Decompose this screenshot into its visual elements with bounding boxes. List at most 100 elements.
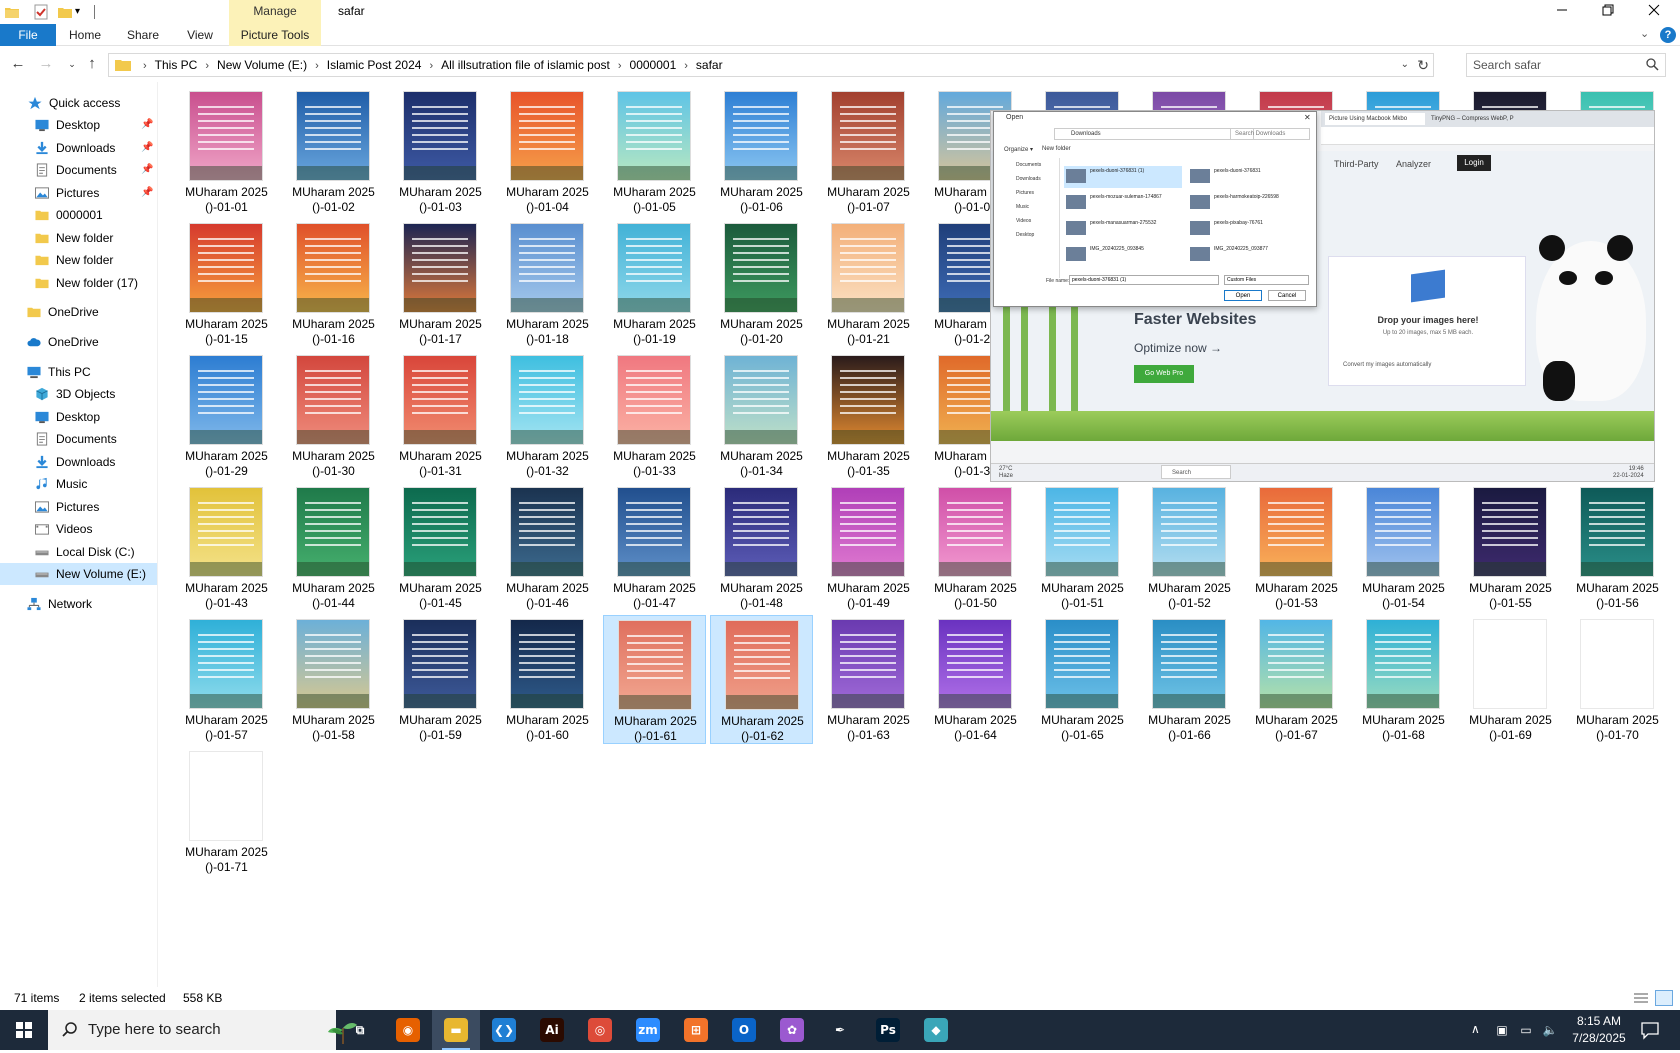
sidebar-item-music[interactable]: Music	[0, 473, 157, 495]
sidebar-item-this-pc[interactable]: This PC	[0, 361, 157, 383]
tab-home[interactable]: Home	[64, 24, 106, 46]
pin-icon[interactable]: 📌	[141, 182, 153, 204]
breadcrumb-item[interactable]: 0000001	[630, 58, 677, 72]
file-item[interactable]: MUharam 2025 ()-01-53	[1245, 483, 1348, 612]
file-item[interactable]: MUharam 2025 ()-01-45	[389, 483, 492, 612]
taskbar-paint-button[interactable]: ✿	[768, 1010, 816, 1050]
sidebar-item-quick-access[interactable]: Quick access	[0, 92, 157, 114]
breadcrumb-item[interactable]: This PC	[155, 58, 198, 72]
breadcrumb-item[interactable]: safar	[696, 58, 723, 72]
notification-icon[interactable]	[1640, 1020, 1660, 1040]
pin-icon[interactable]: 📌	[141, 137, 153, 159]
sidebar-item-local-disk-c[interactable]: Local Disk (C:)	[0, 541, 157, 563]
breadcrumb-separator-icon[interactable]: ›	[315, 60, 319, 72]
breadcrumb-separator-icon[interactable]: ›	[205, 60, 209, 72]
large-icons-view-icon[interactable]	[1655, 990, 1673, 1006]
breadcrumb-separator-icon[interactable]: ›	[684, 60, 688, 72]
search-input[interactable]	[1473, 56, 1633, 74]
pin-icon[interactable]: 📌	[141, 114, 153, 136]
file-item[interactable]: MUharam 2025 ()-01-49	[817, 483, 920, 612]
file-item[interactable]: MUharam 2025 ()-01-58	[282, 615, 385, 744]
address-dropdown-icon[interactable]: ⌄	[1401, 54, 1409, 76]
sidebar-item-pictures[interactable]: Pictures	[0, 496, 157, 518]
taskbar-zoom-button[interactable]: zm	[624, 1010, 672, 1050]
sidebar-item-onedrive[interactable]: OneDrive	[0, 331, 157, 353]
address-bar[interactable]: › This PC › New Volume (E:) › Islamic Post 20…	[108, 53, 1434, 77]
taskbar-search-box[interactable]: Type here to search	[48, 1010, 357, 1050]
file-item[interactable]: MUharam 2025 ()-01-32	[496, 351, 599, 480]
file-item[interactable]: MUharam 2025 ()-01-51	[1031, 483, 1134, 612]
file-item[interactable]: MUharam 2025 ()-01-56	[1566, 483, 1669, 612]
sidebar-item-documents[interactable]: Documents	[0, 428, 157, 450]
file-item[interactable]: MUharam 2025 ()-01-02	[282, 87, 385, 216]
file-item[interactable]: MUharam 2025 ()-01-18	[496, 219, 599, 348]
taskbar-xampp-button[interactable]: ⊞	[672, 1010, 720, 1050]
details-view-icon[interactable]	[1633, 991, 1649, 1005]
sidebar-item-new-folder[interactable]: New folder	[0, 227, 157, 249]
breadcrumb-separator-icon[interactable]: ›	[429, 60, 433, 72]
file-item[interactable]: MUharam 2025 ()-01-54	[1352, 483, 1455, 612]
sidebar-item-new-folder-17[interactable]: New folder (17)	[0, 272, 157, 294]
sidebar-item-network[interactable]: Network	[0, 593, 157, 615]
back-arrow-icon[interactable]: ←	[8, 54, 28, 74]
sidebar-item-downloads[interactable]: Downloads 📌	[0, 137, 157, 159]
file-item[interactable]: MUharam 2025 ()-01-20	[710, 219, 813, 348]
file-item[interactable]: MUharam 2025 ()-01-34	[710, 351, 813, 480]
up-arrow-icon[interactable]: ↑	[82, 54, 102, 74]
file-item[interactable]: MUharam 2025 ()-01-05	[603, 87, 706, 216]
properties-icon[interactable]	[33, 4, 49, 20]
sidebar-item-pictures[interactable]: Pictures 📌	[0, 182, 157, 204]
taskbar-illustrator-button[interactable]: Ai	[528, 1010, 576, 1050]
breadcrumb-separator-icon[interactable]: ›	[143, 60, 147, 72]
taskbar-firefox-button[interactable]: ◉	[384, 1010, 432, 1050]
file-item[interactable]: MUharam 2025 ()-01-07	[817, 87, 920, 216]
file-item[interactable]: MUharam 2025 ()-01-19	[603, 219, 706, 348]
file-item[interactable]: MUharam 2025 ()-01-66	[1138, 615, 1241, 744]
taskbar-file-explorer-button[interactable]: ▬	[432, 1010, 480, 1050]
breadcrumb-item[interactable]: Islamic Post 2024	[327, 58, 422, 72]
sidebar-item-downloads[interactable]: Downloads	[0, 451, 157, 473]
file-item[interactable]: MUharam 2025 ()-01-59	[389, 615, 492, 744]
sidebar-item-3d-objects[interactable]: 3D Objects	[0, 383, 157, 405]
sidebar-item-0000001[interactable]: 0000001	[0, 204, 157, 226]
file-item[interactable]: MUharam 2025 ()-01-21	[817, 219, 920, 348]
file-item[interactable]: MUharam 2025 ()-01-17	[389, 219, 492, 348]
taskbar-photoshop-button[interactable]: Ps	[864, 1010, 912, 1050]
file-item[interactable]: MUharam 2025 ()-01-71	[175, 747, 278, 876]
file-item[interactable]: MUharam 2025 ()-01-61	[603, 615, 706, 744]
file-item[interactable]: MUharam 2025 ()-01-62	[710, 615, 813, 744]
file-item[interactable]: MUharam 2025 ()-01-44	[282, 483, 385, 612]
file-item[interactable]: MUharam 2025 ()-01-06	[710, 87, 813, 216]
tab-view[interactable]: View	[184, 24, 216, 46]
file-item[interactable]: MUharam 2025 ()-01-16	[282, 219, 385, 348]
sidebar-item-documents[interactable]: Documents 📌	[0, 159, 157, 181]
close-button[interactable]	[1631, 0, 1677, 24]
file-item[interactable]: MUharam 2025 ()-01-31	[389, 351, 492, 480]
file-item[interactable]: MUharam 2025 ()-01-03	[389, 87, 492, 216]
taskbar-app-diamond-button[interactable]: ◆	[912, 1010, 960, 1050]
file-item[interactable]: MUharam 2025 ()-01-64	[924, 615, 1027, 744]
meet-now-icon[interactable]: ▣	[1494, 1022, 1510, 1038]
taskbar-pen-tool-button[interactable]: ✒	[816, 1010, 864, 1050]
file-item[interactable]: MUharam 2025 ()-01-50	[924, 483, 1027, 612]
taskbar-task-view-button[interactable]: ⧉	[336, 1010, 384, 1050]
sidebar-item-desktop[interactable]: Desktop 📌	[0, 114, 157, 136]
start-button[interactable]	[0, 1010, 48, 1050]
sidebar-item-desktop[interactable]: Desktop	[0, 406, 157, 428]
search-box[interactable]	[1466, 53, 1666, 77]
file-item[interactable]: MUharam 2025 ()-01-67	[1245, 615, 1348, 744]
taskbar-outlook-button[interactable]: O	[720, 1010, 768, 1050]
file-item[interactable]: MUharam 2025 ()-01-68	[1352, 615, 1455, 744]
recent-locations-icon[interactable]: ⌄	[62, 54, 82, 74]
pin-icon[interactable]: 📌	[141, 159, 153, 181]
file-item[interactable]: MUharam 2025 ()-01-52	[1138, 483, 1241, 612]
file-item[interactable]: MUharam 2025 ()-01-70	[1566, 615, 1669, 744]
refresh-icon[interactable]: ↻	[1417, 54, 1429, 76]
tab-picture-tools[interactable]: Picture Tools	[229, 24, 321, 46]
file-item[interactable]: MUharam 2025 ()-01-33	[603, 351, 706, 480]
file-item[interactable]: MUharam 2025 ()-01-57	[175, 615, 278, 744]
breadcrumb-item[interactable]: All illsutration file of islamic post	[441, 58, 610, 72]
file-item[interactable]: MUharam 2025 ()-01-63	[817, 615, 920, 744]
forward-arrow-icon[interactable]: →	[36, 54, 56, 74]
customize-toolbar-icon[interactable]: ▾	[75, 4, 87, 20]
